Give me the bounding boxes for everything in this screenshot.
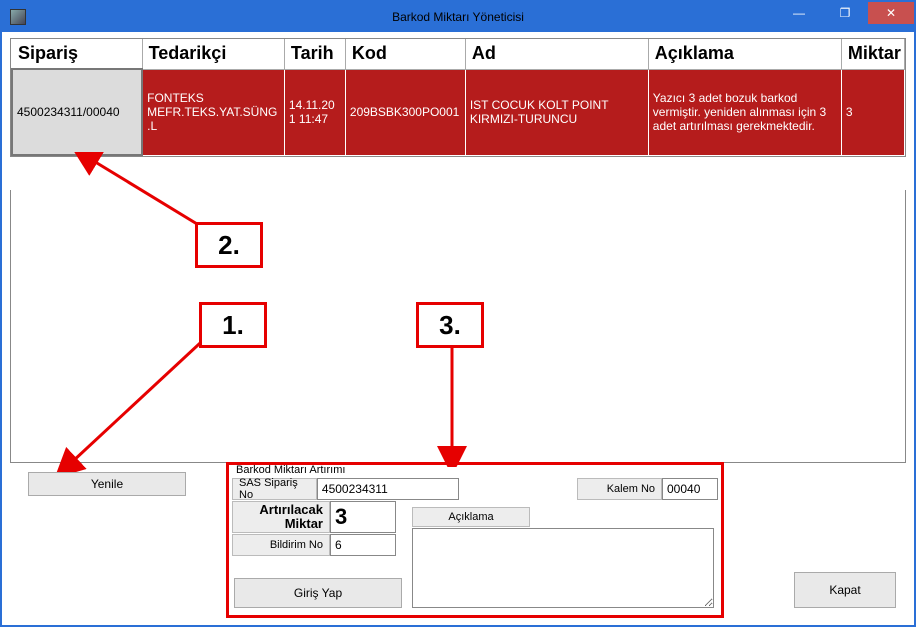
artir-label: Artırılacak Miktar	[232, 501, 330, 533]
sas-input[interactable]	[317, 478, 459, 500]
annotation-2: 2.	[195, 222, 263, 268]
table-row[interactable]: 4500234311/00040 FONTEKS MEFR.TEKS.YAT.S…	[12, 69, 905, 155]
submit-button[interactable]: Giriş Yap	[234, 578, 402, 608]
bildirim-label: Bildirim No	[232, 534, 330, 556]
cell-kod[interactable]: 209BSBK300PO001	[345, 69, 465, 155]
col-aciklama[interactable]: Açıklama	[648, 39, 841, 69]
cell-ad[interactable]: IST COCUK KOLT POINT KIRMIZI-TURUNCU	[465, 69, 648, 155]
col-miktar[interactable]: Miktar	[841, 39, 904, 69]
titlebar: Barkod Miktarı Yöneticisi — ❐ ✕	[2, 2, 914, 32]
sas-label: SAS Sipariş No	[232, 478, 317, 500]
window-controls: — ❐ ✕	[776, 2, 914, 26]
bildirim-input[interactable]	[330, 534, 396, 556]
artir-input[interactable]	[330, 501, 396, 533]
restore-button[interactable]: ❐	[822, 2, 868, 24]
cell-siparis[interactable]: 4500234311/00040	[12, 69, 142, 155]
kalem-input[interactable]	[662, 478, 718, 500]
col-kod[interactable]: Kod	[345, 39, 465, 69]
data-grid[interactable]: Sipariş Tedarikçi Tarih Kod Ad Açıklama …	[10, 38, 906, 157]
grid-header-row: Sipariş Tedarikçi Tarih Kod Ad Açıklama …	[12, 39, 905, 69]
kalem-label: Kalem No	[577, 478, 662, 500]
refresh-button[interactable]: Yenile	[28, 472, 186, 496]
close-form-button[interactable]: Kapat	[794, 572, 896, 608]
col-tarih[interactable]: Tarih	[284, 39, 345, 69]
col-tedarikci[interactable]: Tedarikçi	[142, 39, 284, 69]
cell-miktar[interactable]: 3	[841, 69, 904, 155]
app-icon	[10, 9, 26, 25]
aciklama-input[interactable]	[412, 528, 714, 608]
col-ad[interactable]: Ad	[465, 39, 648, 69]
window-title: Barkod Miktarı Yöneticisi	[392, 10, 524, 24]
cell-tarih[interactable]: 14.11.201 11:47	[284, 69, 345, 155]
form-title: Barkod Miktarı Artırımı	[232, 464, 718, 476]
annotation-1: 1.	[199, 302, 267, 348]
content-area: Sipariş Tedarikçi Tarih Kod Ad Açıklama …	[2, 32, 914, 625]
col-siparis[interactable]: Sipariş	[12, 39, 142, 69]
cell-tedarikci[interactable]: FONTEKS MEFR.TEKS.YAT.SÜNG.L	[142, 69, 284, 155]
cell-aciklama[interactable]: Yazıcı 3 adet bozuk barkod vermiştir. ye…	[648, 69, 841, 155]
minimize-button[interactable]: —	[776, 2, 822, 24]
annotation-3: 3.	[416, 302, 484, 348]
aciklama-label: Açıklama	[412, 507, 530, 527]
close-button[interactable]: ✕	[868, 2, 914, 24]
